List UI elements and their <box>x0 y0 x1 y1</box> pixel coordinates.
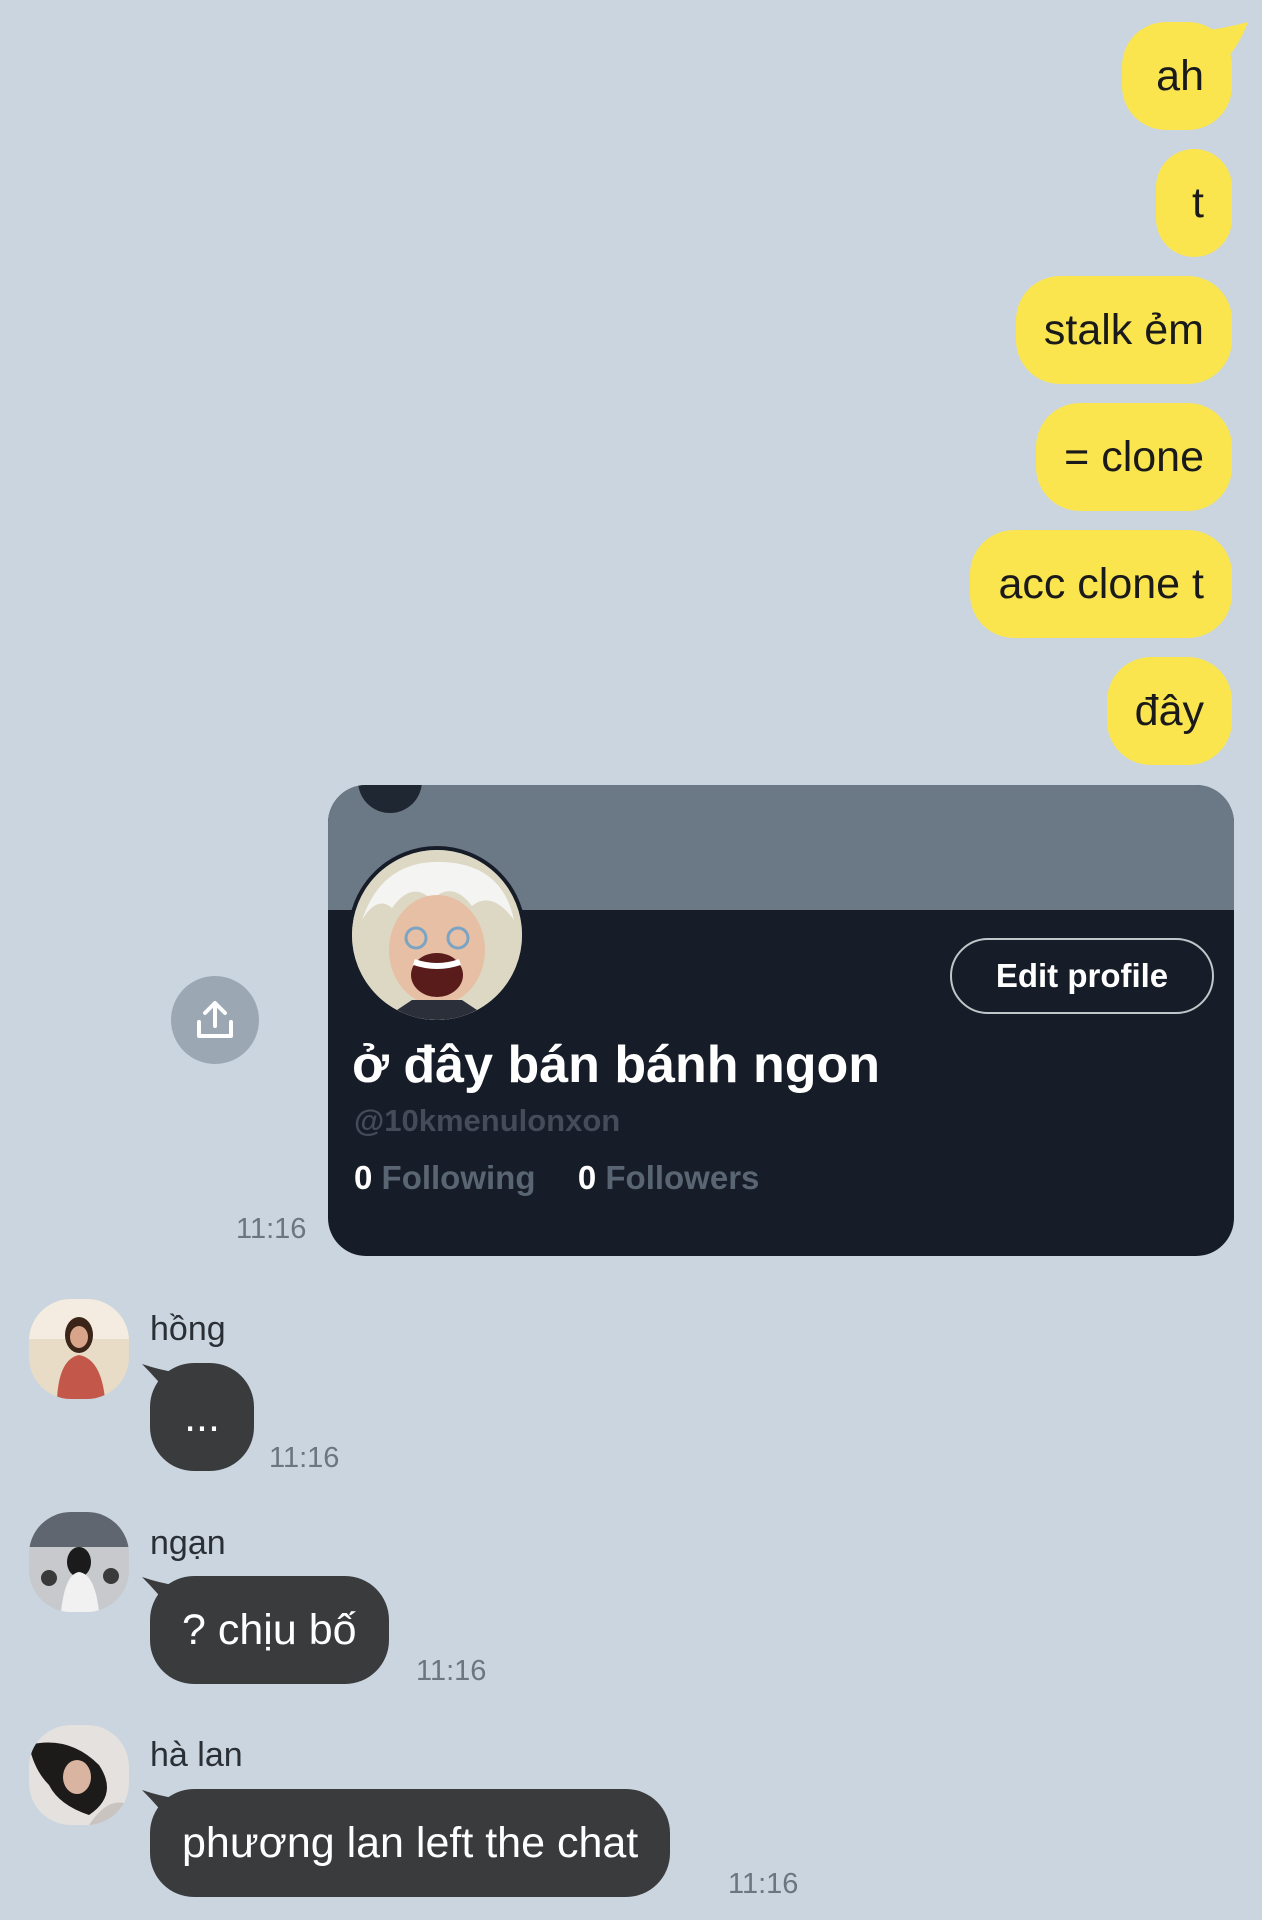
message-text: acc clone t <box>998 559 1204 608</box>
message-text: ah <box>1156 51 1204 100</box>
following-label: Following <box>381 1159 536 1196</box>
outgoing-message[interactable]: acc clone t <box>970 530 1232 638</box>
sender-name: hồng <box>150 1310 226 1348</box>
avatar[interactable] <box>29 1725 129 1825</box>
message-text: ? chịu bố <box>182 1605 357 1654</box>
incoming-message[interactable]: ? chịu bố <box>150 1576 389 1684</box>
outgoing-message[interactable]: ah <box>1122 22 1248 130</box>
avatar[interactable] <box>29 1299 129 1399</box>
message-time: 11:16 <box>728 1868 799 1900</box>
shared-profile-image[interactable]: Edit profile ở đây bán bánh ngon @10kmen… <box>328 785 1234 1256</box>
message-text: stalk ẻm <box>1043 305 1204 354</box>
avatar[interactable] <box>29 1512 129 1612</box>
message-time: 11:16 <box>236 1213 307 1245</box>
incoming-message[interactable]: ... <box>150 1363 254 1471</box>
message-time: 11:16 <box>269 1442 340 1474</box>
followers-count: 0 <box>577 1159 597 1196</box>
followers-label: Followers <box>605 1159 760 1196</box>
share-icon <box>197 1001 233 1038</box>
message-text: t <box>1192 178 1204 227</box>
message-text: ... <box>184 1392 220 1441</box>
message-text: phương lan left the chat <box>182 1818 639 1867</box>
edit-profile-label: Edit profile <box>995 957 1169 994</box>
outgoing-message[interactable]: đây <box>1106 657 1232 765</box>
outgoing-message[interactable]: stalk ẻm <box>1015 276 1232 384</box>
sender-name: hà lan <box>150 1736 243 1774</box>
sender-name: ngạn <box>150 1524 226 1562</box>
message-time: 11:16 <box>416 1655 487 1687</box>
message-text: = clone <box>1064 432 1204 481</box>
outgoing-message[interactable]: = clone <box>1036 403 1232 511</box>
edit-profile-button[interactable]: Edit profile <box>950 938 1214 1014</box>
profile-stats: 0 Following 0 Followers <box>354 1159 759 1197</box>
profile-avatar <box>348 846 526 1024</box>
profile-handle: @10kmenulonxon <box>354 1103 621 1138</box>
share-button[interactable] <box>171 976 259 1064</box>
outgoing-message[interactable]: t <box>1156 149 1232 257</box>
incoming-message[interactable]: phương lan left the chat <box>150 1789 671 1897</box>
bubble-tail <box>1210 22 1248 62</box>
message-text: đây <box>1134 686 1204 735</box>
following-count: 0 <box>354 1159 373 1196</box>
profile-display-name: ở đây bán bánh ngon <box>352 1036 881 1094</box>
